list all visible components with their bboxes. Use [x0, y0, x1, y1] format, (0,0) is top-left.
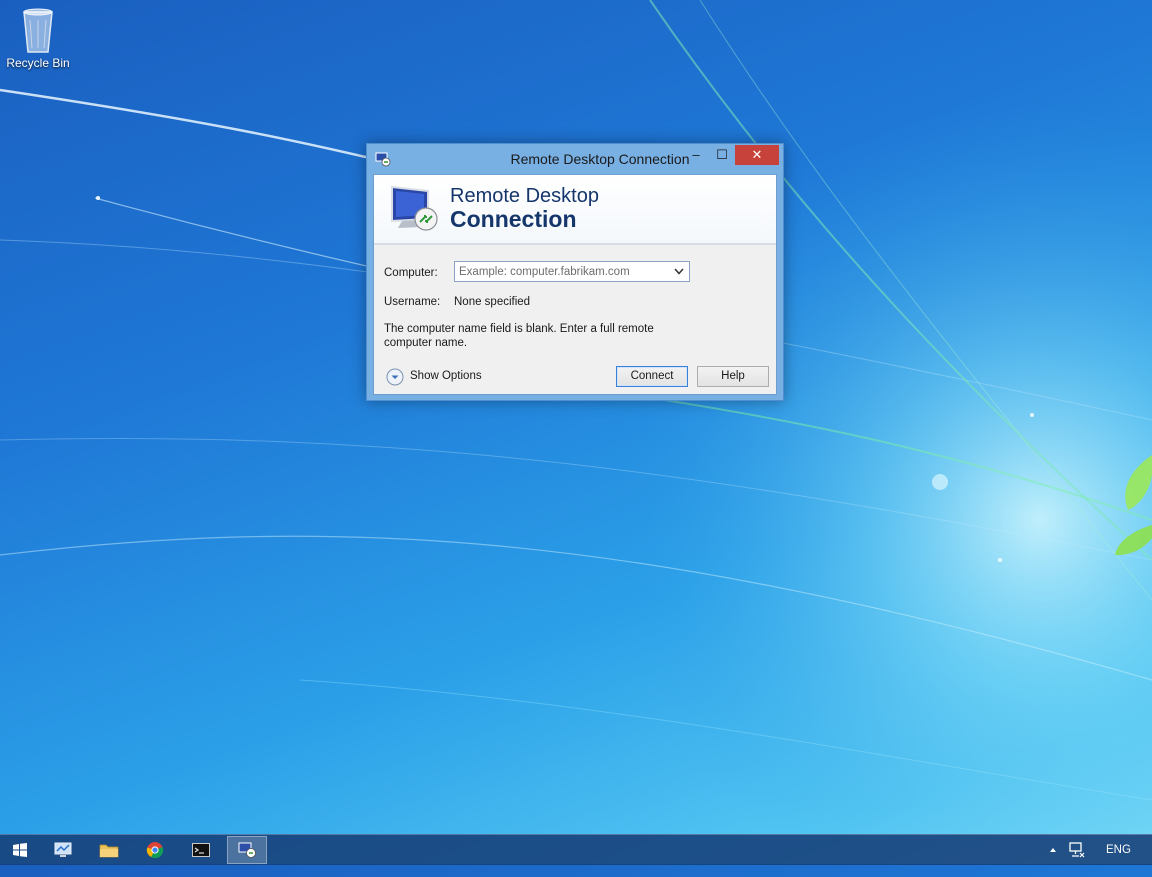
minimize-button[interactable]: ‒: [683, 145, 709, 165]
chrome-icon[interactable]: [146, 841, 164, 859]
network-status[interactable]: [1068, 835, 1086, 865]
taskbar-chrome[interactable]: [135, 836, 175, 864]
show-options-label[interactable]: Show Options: [410, 370, 482, 382]
dialog-banner: Remote Desktop Connection: [374, 175, 776, 245]
username-value: None specified: [454, 296, 531, 308]
server-manager-icon[interactable]: [53, 841, 73, 859]
taskbar-file-explorer[interactable]: [89, 836, 129, 864]
close-button[interactable]: ✕: [735, 145, 779, 165]
chevron-down-icon[interactable]: [672, 264, 686, 279]
taskbar-command-prompt[interactable]: [181, 836, 221, 864]
show-hidden-icons-button[interactable]: [1048, 835, 1058, 865]
folder-icon[interactable]: [99, 841, 119, 859]
system-tray: ENG: [1042, 835, 1152, 865]
window-titlebar[interactable]: Remote Desktop Connection ‒ ☐ ✕: [367, 144, 783, 174]
connect-button[interactable]: Connect: [616, 366, 688, 387]
computer-input[interactable]: [455, 262, 673, 281]
help-button[interactable]: Help: [697, 366, 769, 387]
remote-desktop-window: Remote Desktop Connection ‒ ☐ ✕ Remote D…: [366, 143, 784, 401]
computer-label: Computer:: [384, 267, 438, 279]
chevron-up-icon[interactable]: [1048, 835, 1058, 865]
remote-desktop-icon[interactable]: [237, 841, 257, 859]
taskbar-server-manager[interactable]: [43, 836, 83, 864]
command-prompt-icon[interactable]: [192, 843, 210, 857]
network-icon[interactable]: [1068, 835, 1086, 865]
computer-combobox[interactable]: [454, 261, 690, 282]
desktop-wallpaper: [0, 0, 1152, 834]
maximize-button[interactable]: ☐: [709, 145, 735, 165]
remote-monitor-icon: [391, 185, 438, 231]
banner-title-line1: Remote Desktop: [450, 185, 599, 207]
start-button[interactable]: [0, 836, 40, 864]
banner-title-line2: Connection: [450, 206, 577, 232]
dialog-client-area: Remote Desktop Connection Computer: User…: [373, 174, 777, 395]
recycle-bin-label: Recycle Bin: [6, 56, 70, 70]
taskbar: ENG: [0, 834, 1152, 865]
recycle-bin-desktop-icon[interactable]: Recycle Bin: [4, 6, 72, 70]
language-indicator[interactable]: ENG: [1106, 835, 1131, 865]
username-label: Username:: [384, 296, 441, 308]
recycle-bin-icon: [23, 8, 53, 53]
expand-down-icon[interactable]: [386, 368, 404, 386]
taskbar-remote-desktop[interactable]: [227, 836, 267, 864]
status-message: The computer name field is blank. Enter …: [384, 323, 654, 349]
windows-logo-icon[interactable]: [12, 842, 28, 858]
